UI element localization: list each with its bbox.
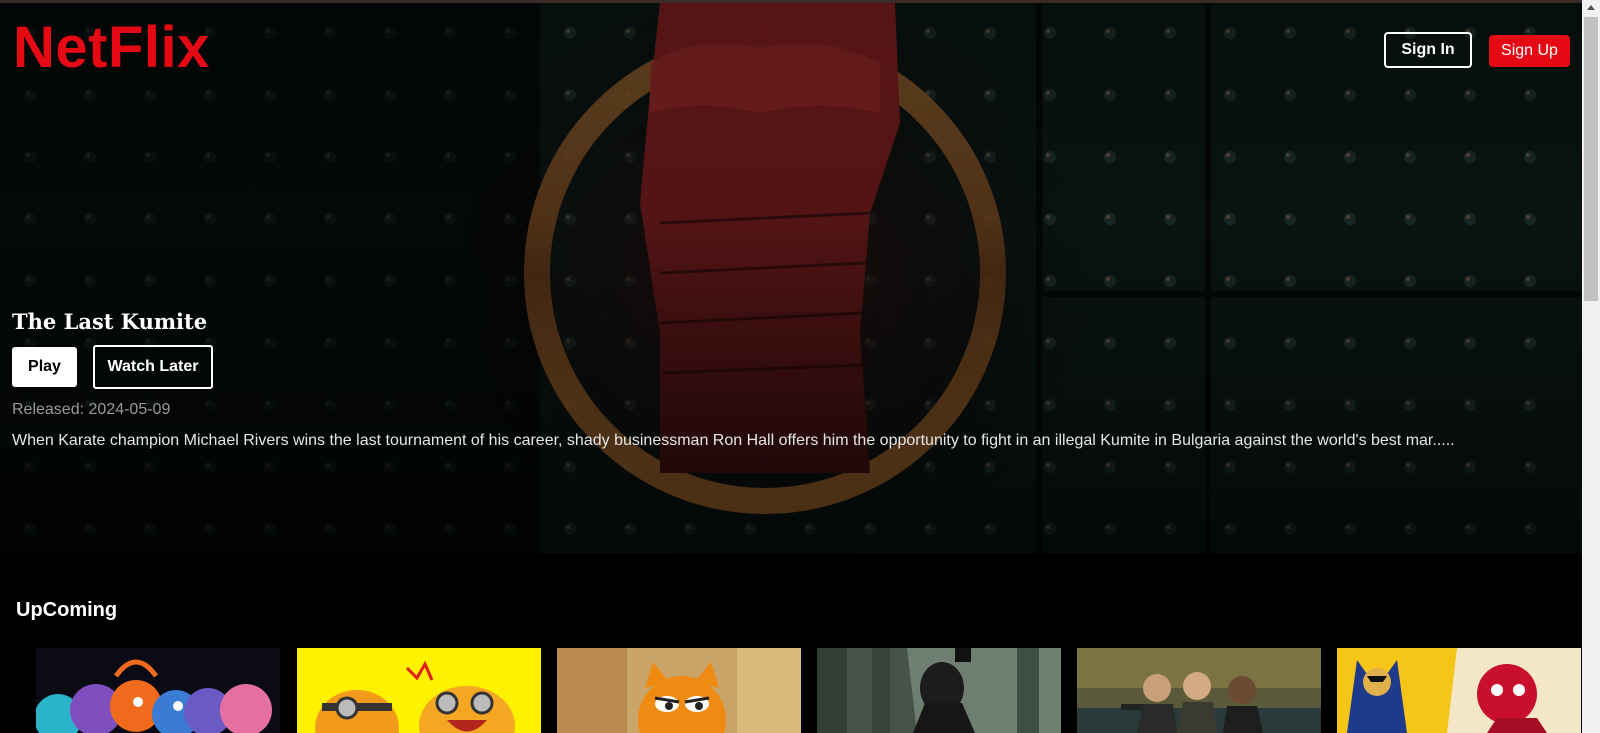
scroll-up-arrow-icon[interactable] xyxy=(1587,5,1595,10)
sign-in-button[interactable]: Sign In xyxy=(1384,32,1472,68)
sign-up-button[interactable]: Sign Up xyxy=(1489,35,1570,67)
watch-later-button[interactable]: Watch Later xyxy=(93,345,213,389)
play-button[interactable]: Play xyxy=(12,347,77,387)
section-title-upcoming: UpComing xyxy=(16,599,118,621)
orange-cat-poster xyxy=(557,648,801,733)
superhero-duo-poster xyxy=(1337,648,1581,733)
scrollbar-thumb[interactable] xyxy=(1584,17,1598,301)
hero-movie-title: The Last Kumite xyxy=(12,309,208,334)
upcoming-poster-row xyxy=(0,648,1582,733)
release-date: Released: 2024-05-09 xyxy=(12,400,170,420)
poster-card[interactable] xyxy=(36,648,280,733)
poster-card[interactable] xyxy=(1337,648,1581,733)
release-date-value: 2024-05-09 xyxy=(88,401,171,418)
brand-logo[interactable]: NetFlix xyxy=(13,15,210,81)
hero-overview: When Karate champion Michael Rivers wins… xyxy=(12,432,1455,449)
release-date-label: Released: xyxy=(12,401,85,418)
poster-card[interactable] xyxy=(1077,648,1321,733)
action-trio-poster xyxy=(1077,648,1321,733)
minions-poster xyxy=(297,648,541,733)
animated-emotions-poster xyxy=(36,648,280,733)
hero-shade-overlay xyxy=(0,3,1582,553)
hero-banner: NetFlix Sign In Sign Up The Last Kumite … xyxy=(0,3,1582,553)
poster-card[interactable] xyxy=(817,648,1061,733)
poster-card[interactable] xyxy=(297,648,541,733)
forest-figure-poster xyxy=(817,648,1061,733)
poster-card[interactable] xyxy=(557,648,801,733)
